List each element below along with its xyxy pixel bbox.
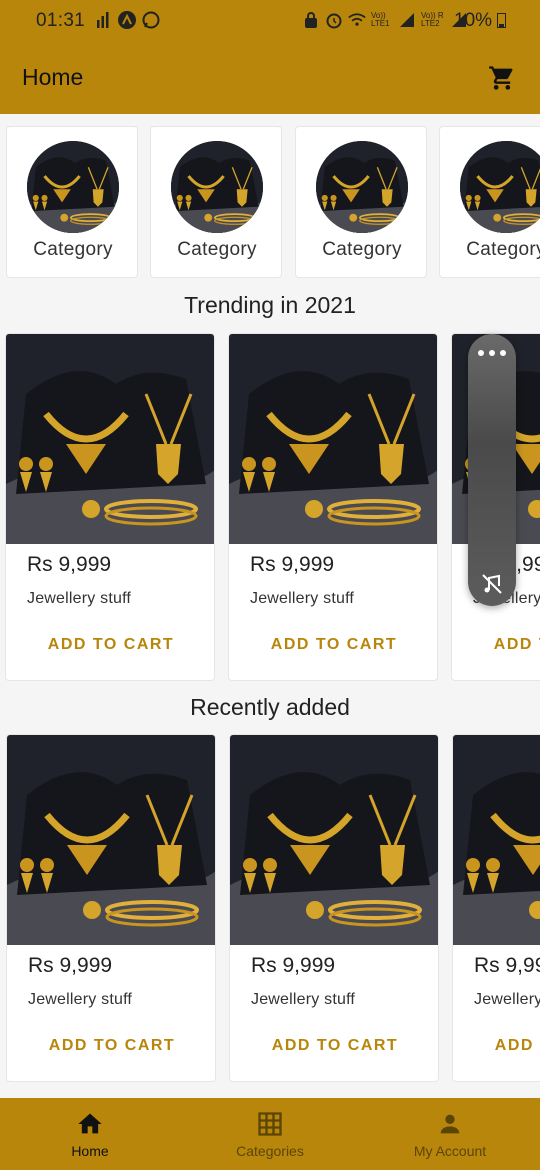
grid-icon (258, 1112, 282, 1136)
person-icon (440, 1114, 460, 1134)
product-card[interactable]: Rs 9,999 Jewellery stuff ADD TO CART (452, 734, 540, 1082)
product-price: Rs 9,999 (250, 553, 335, 576)
product-price: Rs 9,999 (251, 954, 336, 977)
home-screen: 01:31 Vo)) LTE1 Vo)) R LTE2 10% Home Cat… (0, 0, 540, 1170)
signal-bars-icon (94, 11, 112, 29)
add-to-cart-button[interactable]: ADD TO CART (6, 636, 214, 654)
status-bar: 01:31 Vo)) LTE1 Vo)) R LTE2 10% (0, 0, 540, 42)
recent-products: Rs 9,999 Jewellery stuff ADD TO CART Rs … (0, 734, 540, 1082)
product-name: Jewellery stuff (27, 590, 132, 607)
cart-icon (489, 66, 513, 90)
category-image (316, 141, 408, 233)
nav-home-label: Home (71, 1143, 109, 1159)
category-image (171, 141, 263, 233)
category-label: Category (33, 239, 113, 260)
product-image (229, 334, 438, 544)
trending-products: Rs 9,999 Jewellery stuff ADD TO CART Rs … (0, 333, 540, 681)
category-image (27, 141, 119, 233)
product-name: Jewellery stuff (250, 590, 355, 607)
recent-title: Recently added (190, 694, 350, 720)
cart-button[interactable] (486, 62, 518, 94)
nav-account-label: My Account (413, 1143, 487, 1159)
mute-icon[interactable] (480, 572, 504, 596)
alarm-icon (325, 11, 343, 29)
status-left-icons (94, 11, 160, 29)
signal-strength-icon (398, 11, 416, 29)
nav-account[interactable]: My Account (360, 1098, 540, 1170)
add-to-cart-button[interactable]: ADD TO CART (453, 1037, 540, 1055)
app-header: 01:31 Vo)) LTE1 Vo)) R LTE2 10% Home (0, 0, 540, 114)
product-image (453, 735, 540, 945)
product-name: Jewellery stuff (28, 991, 133, 1008)
network-label-1: Vo)) LTE1 (371, 11, 390, 28)
add-to-cart-button[interactable]: ADD TO CART (7, 1037, 215, 1055)
more-options-icon[interactable] (478, 350, 506, 358)
add-to-cart-button[interactable]: ADD TO CART (230, 1037, 438, 1055)
nav-home[interactable]: Home (0, 1098, 180, 1170)
product-name: Jewellery stuff (251, 991, 356, 1008)
battery-icon (497, 13, 507, 28)
floating-media-control[interactable] (468, 334, 516, 606)
whatsapp-icon (142, 11, 160, 29)
category-card[interactable]: Category (295, 126, 427, 278)
product-image (230, 735, 439, 945)
category-card[interactable]: Category (6, 126, 138, 278)
nav-categories[interactable]: Categories (180, 1098, 360, 1170)
home-icon (78, 1113, 102, 1134)
product-image (6, 334, 215, 544)
status-right-icons: Vo)) LTE1 Vo)) R LTE2 (302, 11, 468, 29)
page-title: Home (22, 64, 84, 90)
bottom-navigation: Home Categories My Account (0, 1098, 540, 1170)
category-label: Category (466, 239, 540, 260)
product-price: Rs 9,999 (27, 553, 112, 576)
trending-title: Trending in 2021 (184, 292, 356, 318)
add-to-cart-button[interactable]: ADD TO CART (229, 636, 437, 654)
product-image (7, 735, 216, 945)
product-card[interactable]: Rs 9,999 Jewellery stuff ADD TO CART (6, 734, 216, 1082)
category-card[interactable]: Category (150, 126, 282, 278)
add-to-cart-button[interactable]: ADD TO CART (452, 636, 540, 654)
lock-icon (302, 11, 320, 29)
product-name: Jewellery stuff (474, 991, 540, 1008)
network-label-2: Vo)) R LTE2 (421, 11, 444, 28)
battery-level: 10% (454, 10, 507, 32)
product-price: Rs 9,999 (28, 954, 113, 977)
category-label: Category (177, 239, 257, 260)
app-notification-icon (118, 11, 136, 29)
category-image (460, 141, 540, 233)
product-price: Rs 9,999 (474, 954, 540, 977)
product-card[interactable]: Rs 9,999 Jewellery stuff ADD TO CART (5, 333, 215, 681)
nav-categories-label: Categories (236, 1143, 304, 1159)
product-card[interactable]: Rs 9,999 Jewellery stuff ADD TO CART (229, 734, 439, 1082)
category-card[interactable]: Category (439, 126, 540, 278)
wifi-icon (348, 11, 366, 29)
product-card[interactable]: Rs 9,999 Jewellery stuff ADD TO CART (228, 333, 438, 681)
status-time: 01:31 (36, 10, 86, 31)
category-label: Category (322, 239, 402, 260)
category-strip: Category Category Category Category (6, 126, 540, 278)
